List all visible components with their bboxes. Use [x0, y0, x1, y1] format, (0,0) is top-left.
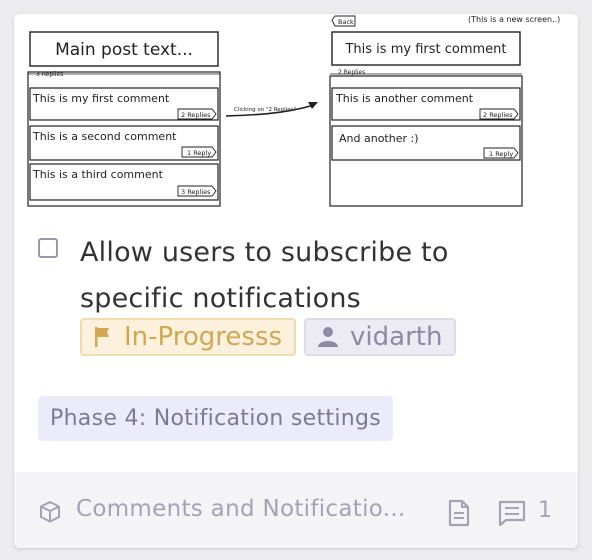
phase-tag[interactable]: Phase 4: Notification settings: [38, 396, 394, 441]
task-checkbox[interactable]: [38, 238, 58, 258]
svg-text:2 Replies: 2 Replies: [483, 111, 513, 119]
wireframe-mockup-image: Main post text... 3 Replies This is my f…: [14, 14, 578, 220]
svg-text:This is another comment: This is another comment: [335, 92, 474, 105]
mock-comment-1: This is my first comment 2 Replies: [29, 87, 219, 121]
user-icon: [318, 326, 339, 348]
mock-right-comment-2: And another :) 1 Reply: [331, 125, 521, 161]
svg-text:Clicking on "2 Replies": Clicking on "2 Replies": [234, 107, 296, 113]
assignee-label: vidarth: [350, 322, 443, 352]
svg-text:And another :): And another :): [339, 132, 419, 145]
svg-text:This is a third comment: This is a third comment: [32, 168, 164, 181]
svg-text:1 Reply: 1 Reply: [489, 150, 513, 158]
task-badges: In-Progresss vidarth: [80, 318, 457, 358]
mock-arrow: Clicking on "2 Replies": [225, 102, 318, 117]
document-icon[interactable]: [448, 499, 470, 531]
mock-back-button: Back: [331, 15, 356, 27]
svg-text:2 Replies: 2 Replies: [181, 111, 211, 119]
assignee-badge[interactable]: vidarth: [304, 318, 457, 356]
task-card[interactable]: Main post text... 3 Replies This is my f…: [14, 14, 578, 548]
svg-text:1 Reply: 1 Reply: [187, 149, 211, 157]
status-label: In-Progresss: [124, 322, 283, 352]
svg-text:This is my first comment: This is my first comment: [32, 92, 170, 105]
cube-icon: [38, 500, 62, 528]
mock-right-comment-1: This is another comment 2 Replies: [331, 87, 521, 121]
svg-text:This is a second comment: This is a second comment: [32, 130, 177, 143]
project-name[interactable]: Comments and Notificatio...: [76, 496, 426, 522]
svg-text:Back: Back: [338, 18, 354, 26]
mock-comment-3: This is a third comment 3 Replies: [29, 163, 219, 201]
mock-right-header: This is my first comment: [344, 42, 506, 57]
comment-icon[interactable]: [498, 500, 526, 530]
task-title[interactable]: Allow users to subscribe to specific not…: [80, 230, 550, 322]
card-footer: Comments and Notificatio... 1: [14, 472, 578, 548]
svg-text:2 Replies: 2 Replies: [338, 69, 365, 76]
mock-comment-2: This is a second comment 1 Reply: [29, 125, 219, 161]
flag-icon: [94, 326, 112, 348]
mock-replies-label: 3 Replies: [36, 71, 63, 78]
mock-main-post: Main post text...: [55, 40, 193, 60]
comment-count: 1: [538, 498, 552, 523]
svg-text:3 Replies: 3 Replies: [181, 188, 211, 196]
mock-new-screen-note: (This is a new screen..): [468, 15, 560, 24]
status-badge[interactable]: In-Progresss: [80, 318, 297, 356]
